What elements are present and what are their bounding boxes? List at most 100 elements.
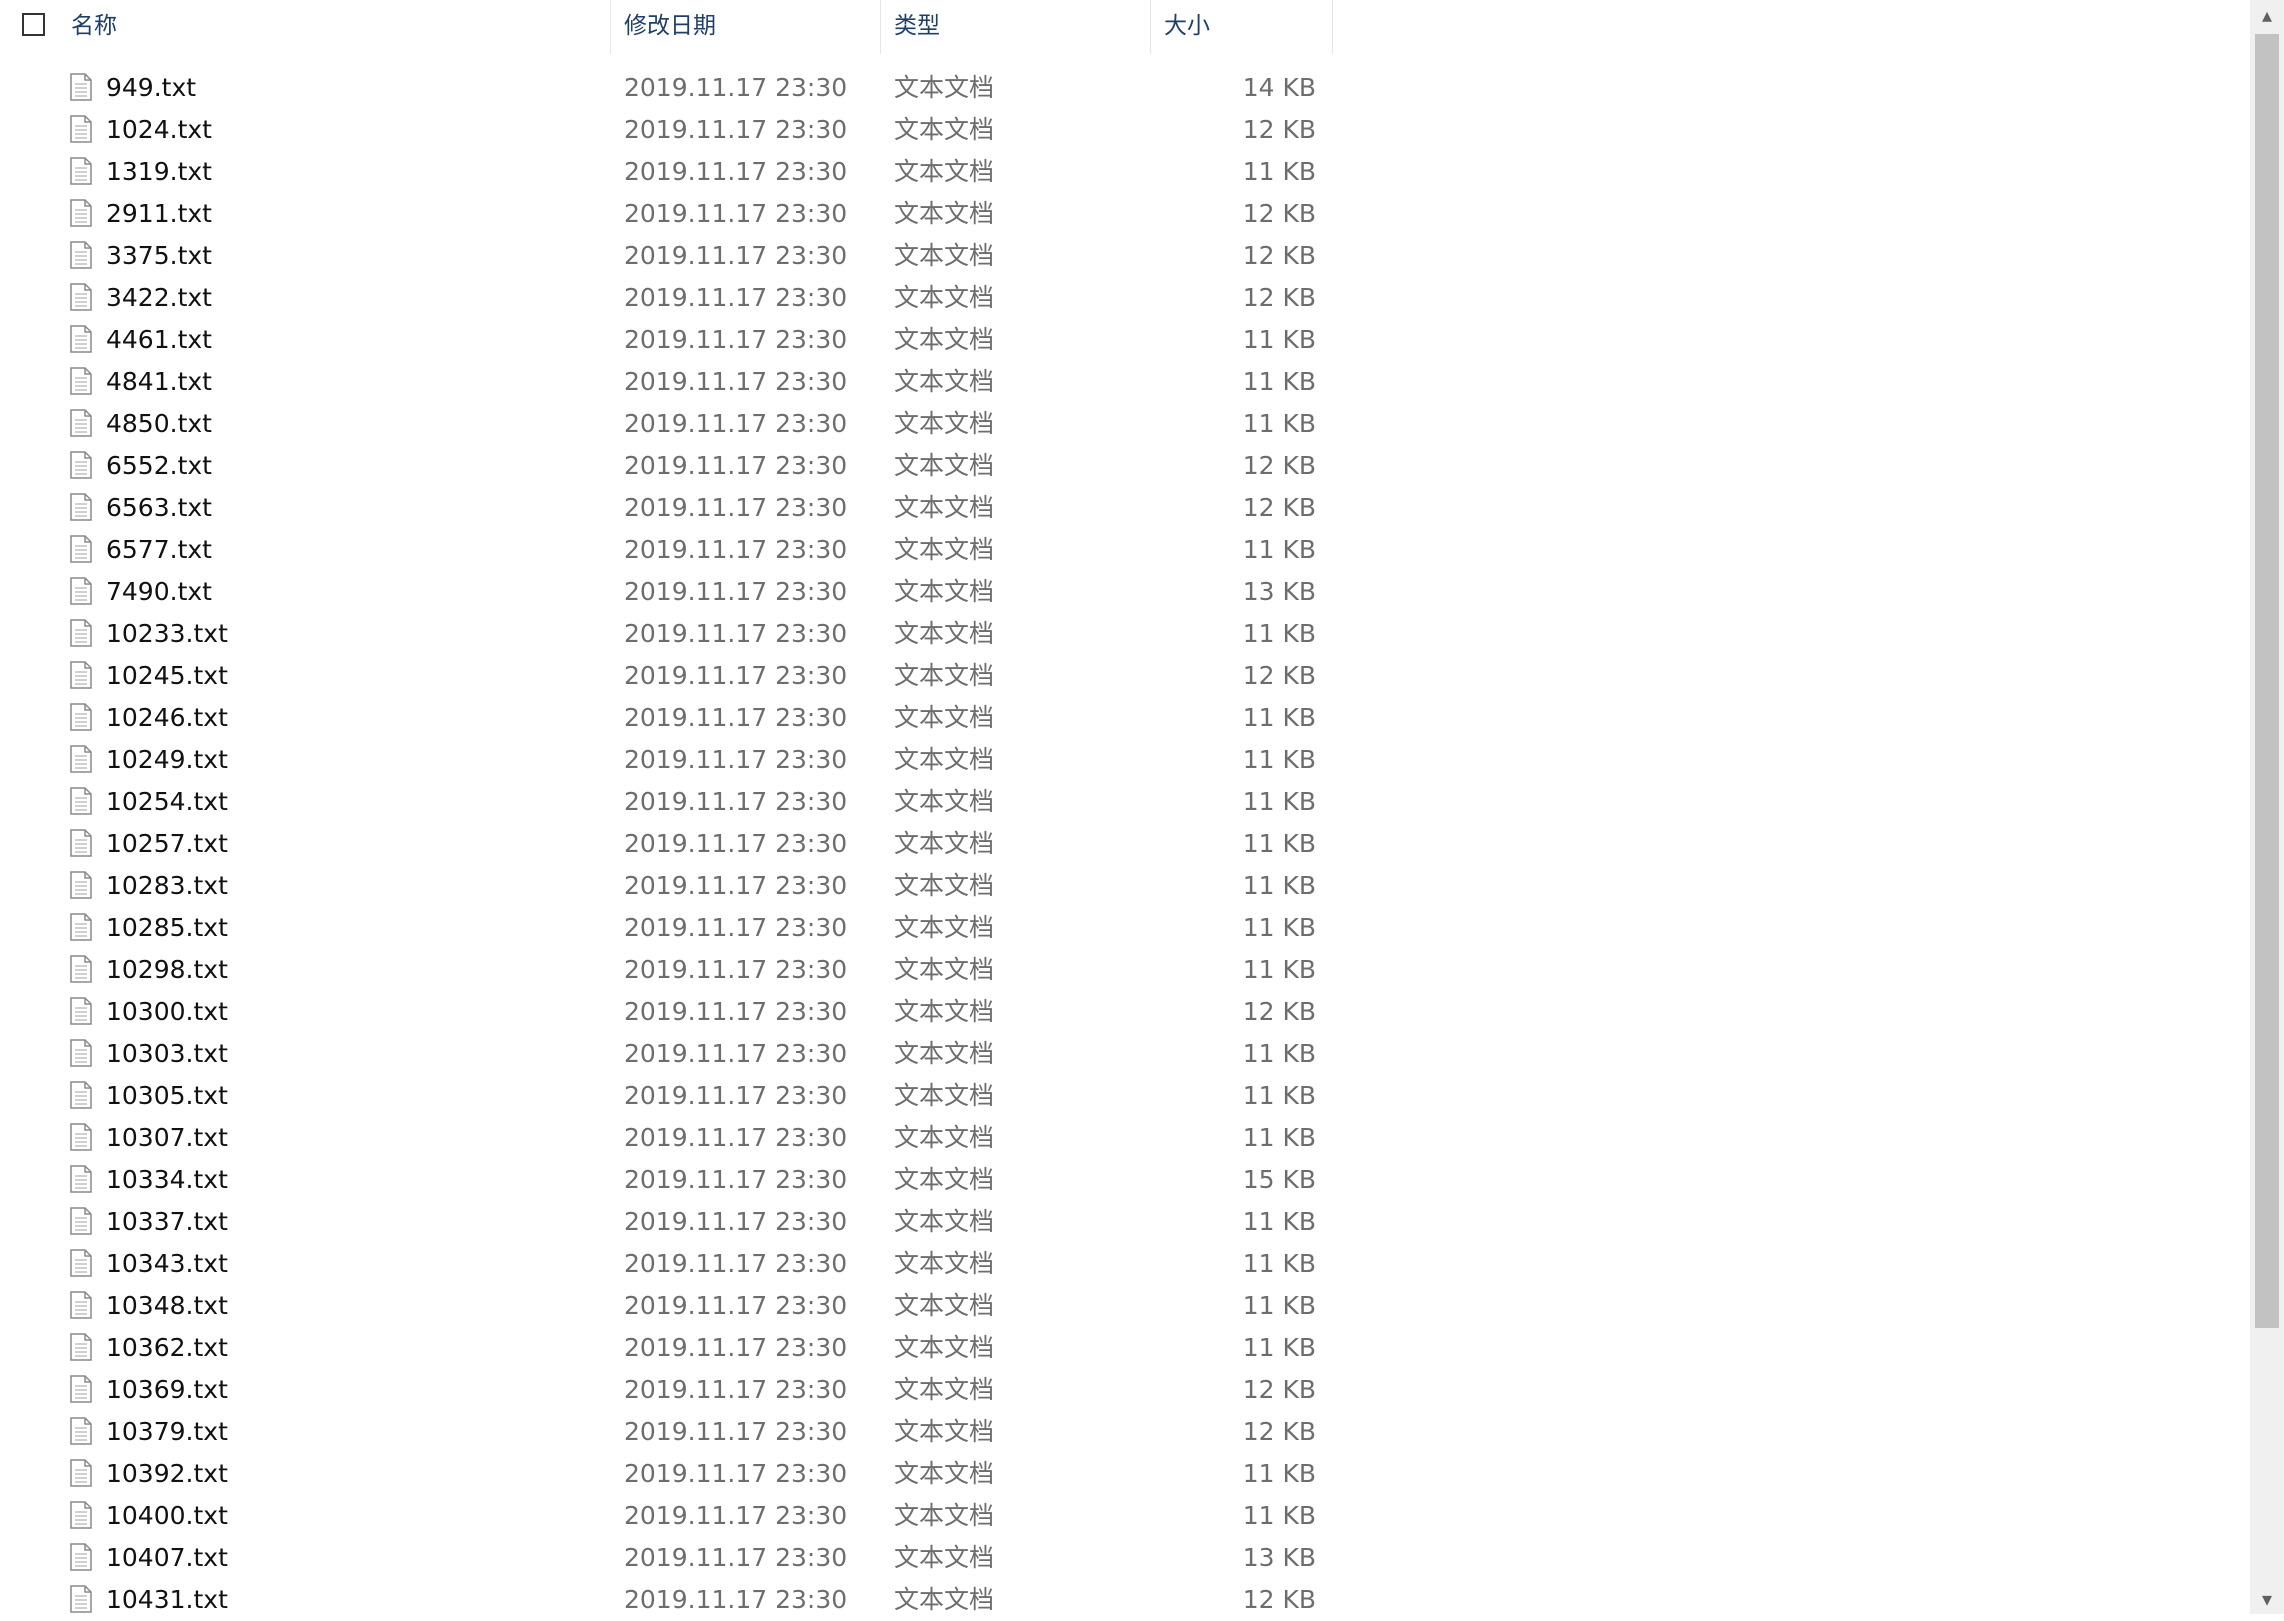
file-modified-date: 2019.11.17 23:30: [624, 1585, 848, 1614]
file-name: 10392.txt: [106, 1459, 228, 1488]
file-row[interactable]: 10257.txt 2019.11.17 23:30 文本文档 11 KB: [0, 823, 1334, 865]
file-type: 文本文档: [894, 535, 995, 564]
file-modified-date: 2019.11.17 23:30: [624, 73, 848, 102]
file-modified-date: 2019.11.17 23:30: [624, 1543, 848, 1572]
file-row[interactable]: 10254.txt 2019.11.17 23:30 文本文档 11 KB: [0, 781, 1334, 823]
file-size: 12 KB: [1242, 1417, 1316, 1446]
file-row[interactable]: 10245.txt 2019.11.17 23:30 文本文档 12 KB: [0, 655, 1334, 697]
file-row[interactable]: 10334.txt 2019.11.17 23:30 文本文档 15 KB: [0, 1159, 1334, 1201]
file-type: 文本文档: [894, 787, 995, 816]
select-all-checkbox[interactable]: [22, 13, 45, 36]
text-file-icon: [70, 535, 92, 563]
file-row[interactable]: 10307.txt 2019.11.17 23:30 文本文档 11 KB: [0, 1117, 1334, 1159]
file-size: 14 KB: [1242, 73, 1316, 102]
file-row[interactable]: 6552.txt 2019.11.17 23:30 文本文档 12 KB: [0, 445, 1334, 487]
file-row[interactable]: 10305.txt 2019.11.17 23:30 文本文档 11 KB: [0, 1075, 1334, 1117]
file-size: 13 KB: [1242, 577, 1316, 606]
file-name: 10343.txt: [106, 1249, 228, 1278]
file-size: 11 KB: [1242, 871, 1316, 900]
column-header-row: 名称 ^ 修改日期 类型 大小: [0, 0, 1334, 54]
file-modified-date: 2019.11.17 23:30: [624, 661, 848, 690]
file-type: 文本文档: [894, 1375, 995, 1404]
column-header-size[interactable]: 大小: [1164, 0, 1210, 54]
file-row[interactable]: 10407.txt 2019.11.17 23:30 文本文档 13 KB: [0, 1537, 1334, 1579]
file-row[interactable]: 10362.txt 2019.11.17 23:30 文本文档 11 KB: [0, 1327, 1334, 1369]
file-row[interactable]: 10343.txt 2019.11.17 23:30 文本文档 11 KB: [0, 1243, 1334, 1285]
file-size: 12 KB: [1242, 1375, 1316, 1404]
file-size: 11 KB: [1242, 913, 1316, 942]
file-size: 11 KB: [1242, 157, 1316, 186]
file-row[interactable]: 10283.txt 2019.11.17 23:30 文本文档 11 KB: [0, 865, 1334, 907]
file-row[interactable]: 10303.txt 2019.11.17 23:30 文本文档 11 KB: [0, 1033, 1334, 1075]
file-name: 4841.txt: [106, 367, 212, 396]
file-type: 文本文档: [894, 1039, 995, 1068]
file-row[interactable]: 10348.txt 2019.11.17 23:30 文本文档 11 KB: [0, 1285, 1334, 1327]
file-size: 12 KB: [1242, 493, 1316, 522]
scroll-down-arrow-icon[interactable]: ▾: [2250, 1584, 2284, 1614]
file-modified-date: 2019.11.17 23:30: [624, 1459, 848, 1488]
file-row[interactable]: 949.txt 2019.11.17 23:30 文本文档 14 KB: [0, 67, 1334, 109]
file-row[interactable]: 10392.txt 2019.11.17 23:30 文本文档 11 KB: [0, 1453, 1334, 1495]
file-name: 6563.txt: [106, 493, 212, 522]
text-file-icon: [70, 1081, 92, 1109]
file-row[interactable]: 10400.txt 2019.11.17 23:30 文本文档 11 KB: [0, 1495, 1334, 1537]
column-divider[interactable]: [610, 0, 611, 54]
text-file-icon: [70, 745, 92, 773]
file-size: 11 KB: [1242, 1207, 1316, 1236]
file-modified-date: 2019.11.17 23:30: [624, 1081, 848, 1110]
file-size: 12 KB: [1242, 451, 1316, 480]
file-row[interactable]: 1319.txt 2019.11.17 23:30 文本文档 11 KB: [0, 151, 1334, 193]
file-type: 文本文档: [894, 325, 995, 354]
file-modified-date: 2019.11.17 23:30: [624, 1375, 848, 1404]
file-row[interactable]: 10246.txt 2019.11.17 23:30 文本文档 11 KB: [0, 697, 1334, 739]
text-file-icon: [70, 661, 92, 689]
column-divider[interactable]: [1150, 0, 1151, 54]
file-row[interactable]: 6563.txt 2019.11.17 23:30 文本文档 12 KB: [0, 487, 1334, 529]
file-row[interactable]: 4841.txt 2019.11.17 23:30 文本文档 11 KB: [0, 361, 1334, 403]
text-file-icon: [70, 1459, 92, 1487]
file-row[interactable]: 2911.txt 2019.11.17 23:30 文本文档 12 KB: [0, 193, 1334, 235]
file-row[interactable]: 4850.txt 2019.11.17 23:30 文本文档 11 KB: [0, 403, 1334, 445]
file-row[interactable]: 10369.txt 2019.11.17 23:30 文本文档 12 KB: [0, 1369, 1334, 1411]
sort-ascending-icon: ^: [310, 0, 324, 10]
file-row[interactable]: 10285.txt 2019.11.17 23:30 文本文档 11 KB: [0, 907, 1334, 949]
text-file-icon: [70, 241, 92, 269]
file-row[interactable]: 10249.txt 2019.11.17 23:30 文本文档 11 KB: [0, 739, 1334, 781]
scroll-up-arrow-icon[interactable]: ▴: [2250, 0, 2284, 30]
file-name: 10362.txt: [106, 1333, 228, 1362]
file-row[interactable]: 3422.txt 2019.11.17 23:30 文本文档 12 KB: [0, 277, 1334, 319]
column-header-date[interactable]: 修改日期: [624, 0, 716, 54]
column-header-type[interactable]: 类型: [894, 0, 940, 54]
column-divider[interactable]: [1332, 0, 1333, 54]
file-name: 10254.txt: [106, 787, 228, 816]
file-type: 文本文档: [894, 955, 995, 984]
file-type: 文本文档: [894, 619, 995, 648]
file-row[interactable]: 1024.txt 2019.11.17 23:30 文本文档 12 KB: [0, 109, 1334, 151]
file-row[interactable]: 4461.txt 2019.11.17 23:30 文本文档 11 KB: [0, 319, 1334, 361]
file-row[interactable]: 3375.txt 2019.11.17 23:30 文本文档 12 KB: [0, 235, 1334, 277]
file-size: 12 KB: [1242, 661, 1316, 690]
file-type: 文本文档: [894, 1123, 995, 1152]
file-modified-date: 2019.11.17 23:30: [624, 1207, 848, 1236]
column-divider[interactable]: [880, 0, 881, 54]
file-row[interactable]: 10233.txt 2019.11.17 23:30 文本文档 11 KB: [0, 613, 1334, 655]
file-row[interactable]: 10300.txt 2019.11.17 23:30 文本文档 12 KB: [0, 991, 1334, 1033]
vertical-scrollbar[interactable]: ▴ ▾: [2250, 0, 2284, 1614]
file-size: 11 KB: [1242, 1333, 1316, 1362]
scroll-thumb[interactable]: [2255, 34, 2279, 1328]
file-name: 3422.txt: [106, 283, 212, 312]
file-size: 11 KB: [1242, 1249, 1316, 1278]
file-row[interactable]: 10379.txt 2019.11.17 23:30 文本文档 12 KB: [0, 1411, 1334, 1453]
file-size: 12 KB: [1242, 241, 1316, 270]
file-name: 10245.txt: [106, 661, 228, 690]
file-size: 12 KB: [1242, 115, 1316, 144]
file-row[interactable]: 10298.txt 2019.11.17 23:30 文本文档 11 KB: [0, 949, 1334, 991]
column-header-name[interactable]: 名称: [71, 0, 117, 54]
file-name: 10303.txt: [106, 1039, 228, 1068]
file-row[interactable]: 7490.txt 2019.11.17 23:30 文本文档 13 KB: [0, 571, 1334, 613]
file-row[interactable]: 10337.txt 2019.11.17 23:30 文本文档 11 KB: [0, 1201, 1334, 1243]
file-row[interactable]: 10431.txt 2019.11.17 23:30 文本文档 12 KB: [0, 1579, 1334, 1621]
file-row[interactable]: 6577.txt 2019.11.17 23:30 文本文档 11 KB: [0, 529, 1334, 571]
file-modified-date: 2019.11.17 23:30: [624, 241, 848, 270]
file-type: 文本文档: [894, 577, 995, 606]
